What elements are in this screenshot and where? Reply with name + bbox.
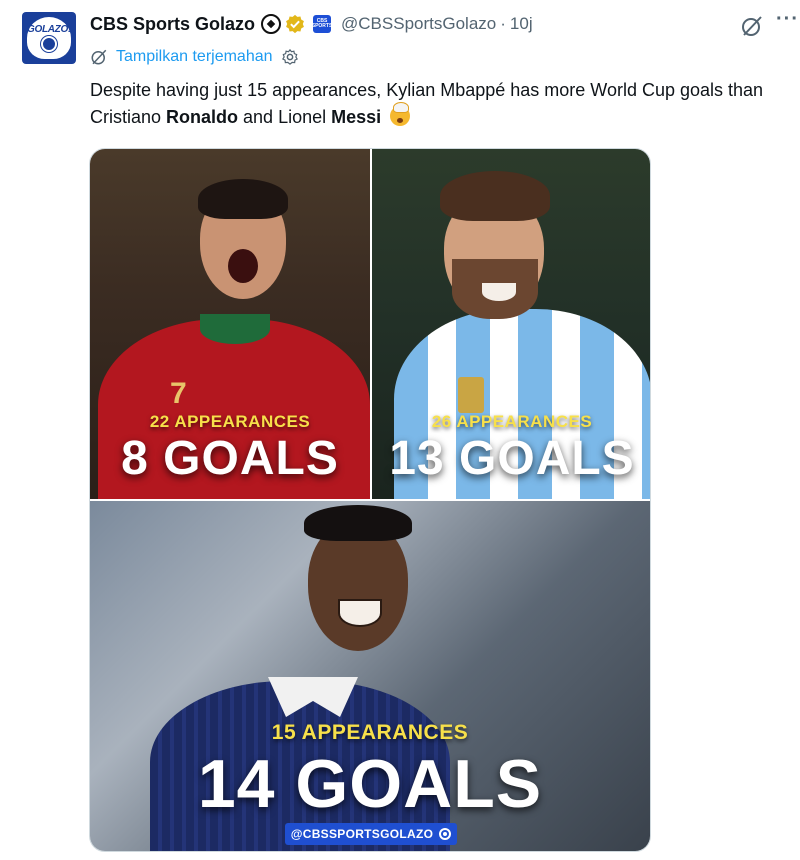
soccer-ball-icon: [261, 14, 282, 34]
cbs-watermark: @CBSSPORTSGOLAZO: [285, 823, 457, 845]
show-translation-link[interactable]: Tampilkan terjemahan: [116, 48, 273, 66]
tweet-text-part2: and Lionel: [238, 107, 332, 127]
tweet-header: CBS Sports Golazo CBS SPORTS @CBSSportsGo…: [90, 12, 533, 36]
ronaldo-mouth: [228, 249, 258, 283]
jersey-number: 7: [170, 377, 187, 410]
mbappe-goals: 14 GOALS: [197, 746, 543, 822]
watermark-text: @CBSSPORTSGOLAZO: [290, 827, 434, 841]
ronaldo-hair: [198, 179, 288, 219]
avatar[interactable]: GOLAZO!: [22, 12, 76, 64]
tweet-text-messi: Messi: [331, 107, 382, 127]
messi-goals: 13 GOALS: [389, 432, 635, 485]
timestamp[interactable]: 10j: [510, 14, 533, 34]
ronaldo-goals: 8 GOALS: [121, 432, 339, 485]
grok-icon[interactable]: [740, 14, 764, 38]
gear-icon[interactable]: [281, 48, 299, 66]
messi-appearances: 26 APPEARANCES: [431, 412, 593, 431]
avatar-logo-text: GOLAZO!: [27, 24, 72, 35]
gold-verified-badge-icon[interactable]: [285, 14, 305, 34]
ronaldo-appearances: 22 APPEARANCES: [149, 412, 311, 431]
separator-dot: ·: [500, 14, 506, 33]
mbappe-mouth: [338, 599, 382, 627]
messi-mouth: [480, 281, 518, 303]
ronaldo-collar: [200, 314, 270, 344]
soccer-ball-logo-icon: [41, 36, 57, 52]
tweet-text: Despite having just 15 appearances, Kyli…: [90, 77, 790, 131]
display-name[interactable]: CBS Sports Golazo: [90, 14, 255, 35]
more-options-icon[interactable]: ···: [776, 9, 800, 34]
cbs-sports-affiliate-badge-icon[interactable]: CBS SPORTS: [312, 15, 332, 33]
exploding-head-emoji-icon: [390, 102, 411, 126]
tweet-text-ronaldo: Ronaldo: [166, 107, 239, 127]
mbappe-hair: [304, 505, 412, 541]
translate-row: Tampilkan terjemahan: [90, 48, 299, 66]
messi-hair: [440, 171, 550, 221]
mbappe-appearances: 15 APPEARANCES: [271, 721, 469, 744]
handle[interactable]: @CBSSportsGolazo: [341, 14, 496, 34]
golazo-logo: GOLAZO!: [27, 17, 71, 59]
cbs-eye-logo-icon: [439, 828, 452, 840]
champion-badge: [458, 377, 484, 413]
tweet-media-image[interactable]: 7 22 APPEARANCES 8 GOALS 26 APPEARANCES …: [89, 148, 651, 852]
translate-icon: [90, 48, 108, 66]
